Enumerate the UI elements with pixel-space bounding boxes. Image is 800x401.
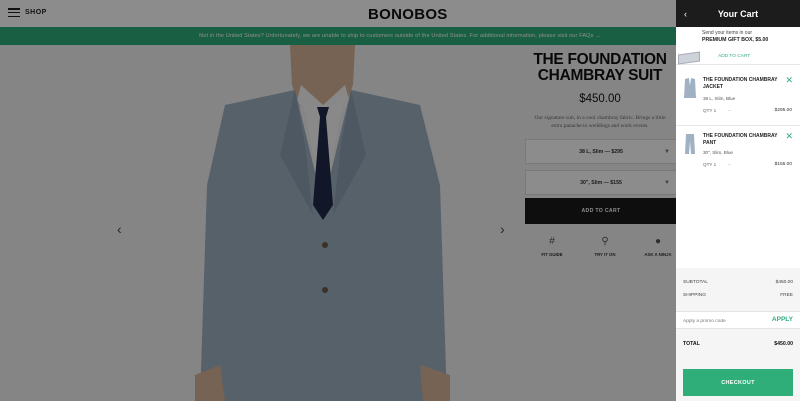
cart-item-meta: 38 L, Slim, Blue — [703, 96, 736, 101]
cart-item-quantity[interactable]: QTY 1 — [703, 108, 716, 113]
cart-drawer: ‹ Your Cart Send your items in our PREMI… — [676, 0, 800, 401]
cart-header: ‹ Your Cart — [676, 0, 800, 27]
gift-box-text: Send your items in our PREMIUM GIFT BOX,… — [702, 30, 768, 44]
promo-code-input[interactable] — [683, 316, 763, 326]
cart-item-quantity[interactable]: QTY 1 — [703, 162, 716, 167]
cart-item: THE FOUNDATION CHAMBRAY JACKET 38 L, Sli… — [676, 72, 800, 128]
quantity-separator: – — [728, 108, 731, 113]
subtotal-label: SUBTOTAL — [683, 280, 708, 285]
cart-item-name-line1: THE FOUNDATION CHAMBRAY — [703, 77, 778, 83]
quantity-separator: – — [728, 162, 731, 167]
divider — [676, 125, 800, 126]
page-overlay-dim[interactable] — [0, 0, 676, 401]
cart-title: Your Cart — [717, 8, 759, 19]
shipping-row: SHIPPING FREE — [683, 293, 793, 298]
apply-promo-button[interactable]: APPLY — [772, 316, 793, 323]
gift-box-line1: Send your items in our — [702, 30, 753, 36]
pant-thumbnail — [685, 134, 695, 154]
total-label: TOTAL — [683, 341, 700, 347]
cart-item-price: $155.00 — [774, 162, 792, 167]
remove-item-close-icon[interactable]: ✕ — [785, 75, 793, 86]
subtotal-value: $450.00 — [775, 280, 793, 285]
shipping-label: SHIPPING — [683, 293, 706, 298]
cart-item: THE FOUNDATION CHAMBRAY PANT 30", Slim, … — [676, 128, 800, 184]
jacket-thumbnail — [684, 78, 696, 98]
gift-box-add-to-cart-link[interactable]: ADD TO CART — [718, 54, 750, 59]
cart-item-name: THE FOUNDATION CHAMBRAY PANT — [703, 133, 777, 147]
total-row: TOTAL $450.00 — [683, 341, 793, 347]
promo-code-row: APPLY — [676, 311, 800, 329]
chevron-left-icon[interactable]: ‹ — [684, 9, 687, 19]
cart-item-meta: 30", Slim, Blue — [703, 150, 733, 155]
cart-item-name-line1: THE FOUNDATION CHAMBRAY — [703, 133, 778, 139]
gift-box-image — [678, 51, 700, 65]
remove-item-close-icon[interactable]: ✕ — [785, 131, 793, 142]
subtotal-row: SUBTOTAL $450.00 — [683, 280, 793, 285]
total-value: $450.00 — [774, 341, 793, 347]
cart-item-name: THE FOUNDATION CHAMBRAY JACKET — [703, 77, 777, 91]
cart-item-name-line2: PANT — [703, 140, 717, 146]
gift-box-line2: PREMIUM GIFT BOX, $5.00 — [702, 37, 769, 43]
cart-summary: SUBTOTAL $450.00 SHIPPING FREE APPLY TOT… — [676, 268, 800, 401]
checkout-button[interactable]: CHECKOUT — [683, 369, 793, 396]
gift-box-offer: Send your items in our PREMIUM GIFT BOX,… — [676, 27, 800, 65]
shipping-value: FREE — [780, 293, 793, 298]
cart-item-price: $295.00 — [774, 108, 792, 113]
cart-item-name-line2: JACKET — [703, 84, 724, 90]
